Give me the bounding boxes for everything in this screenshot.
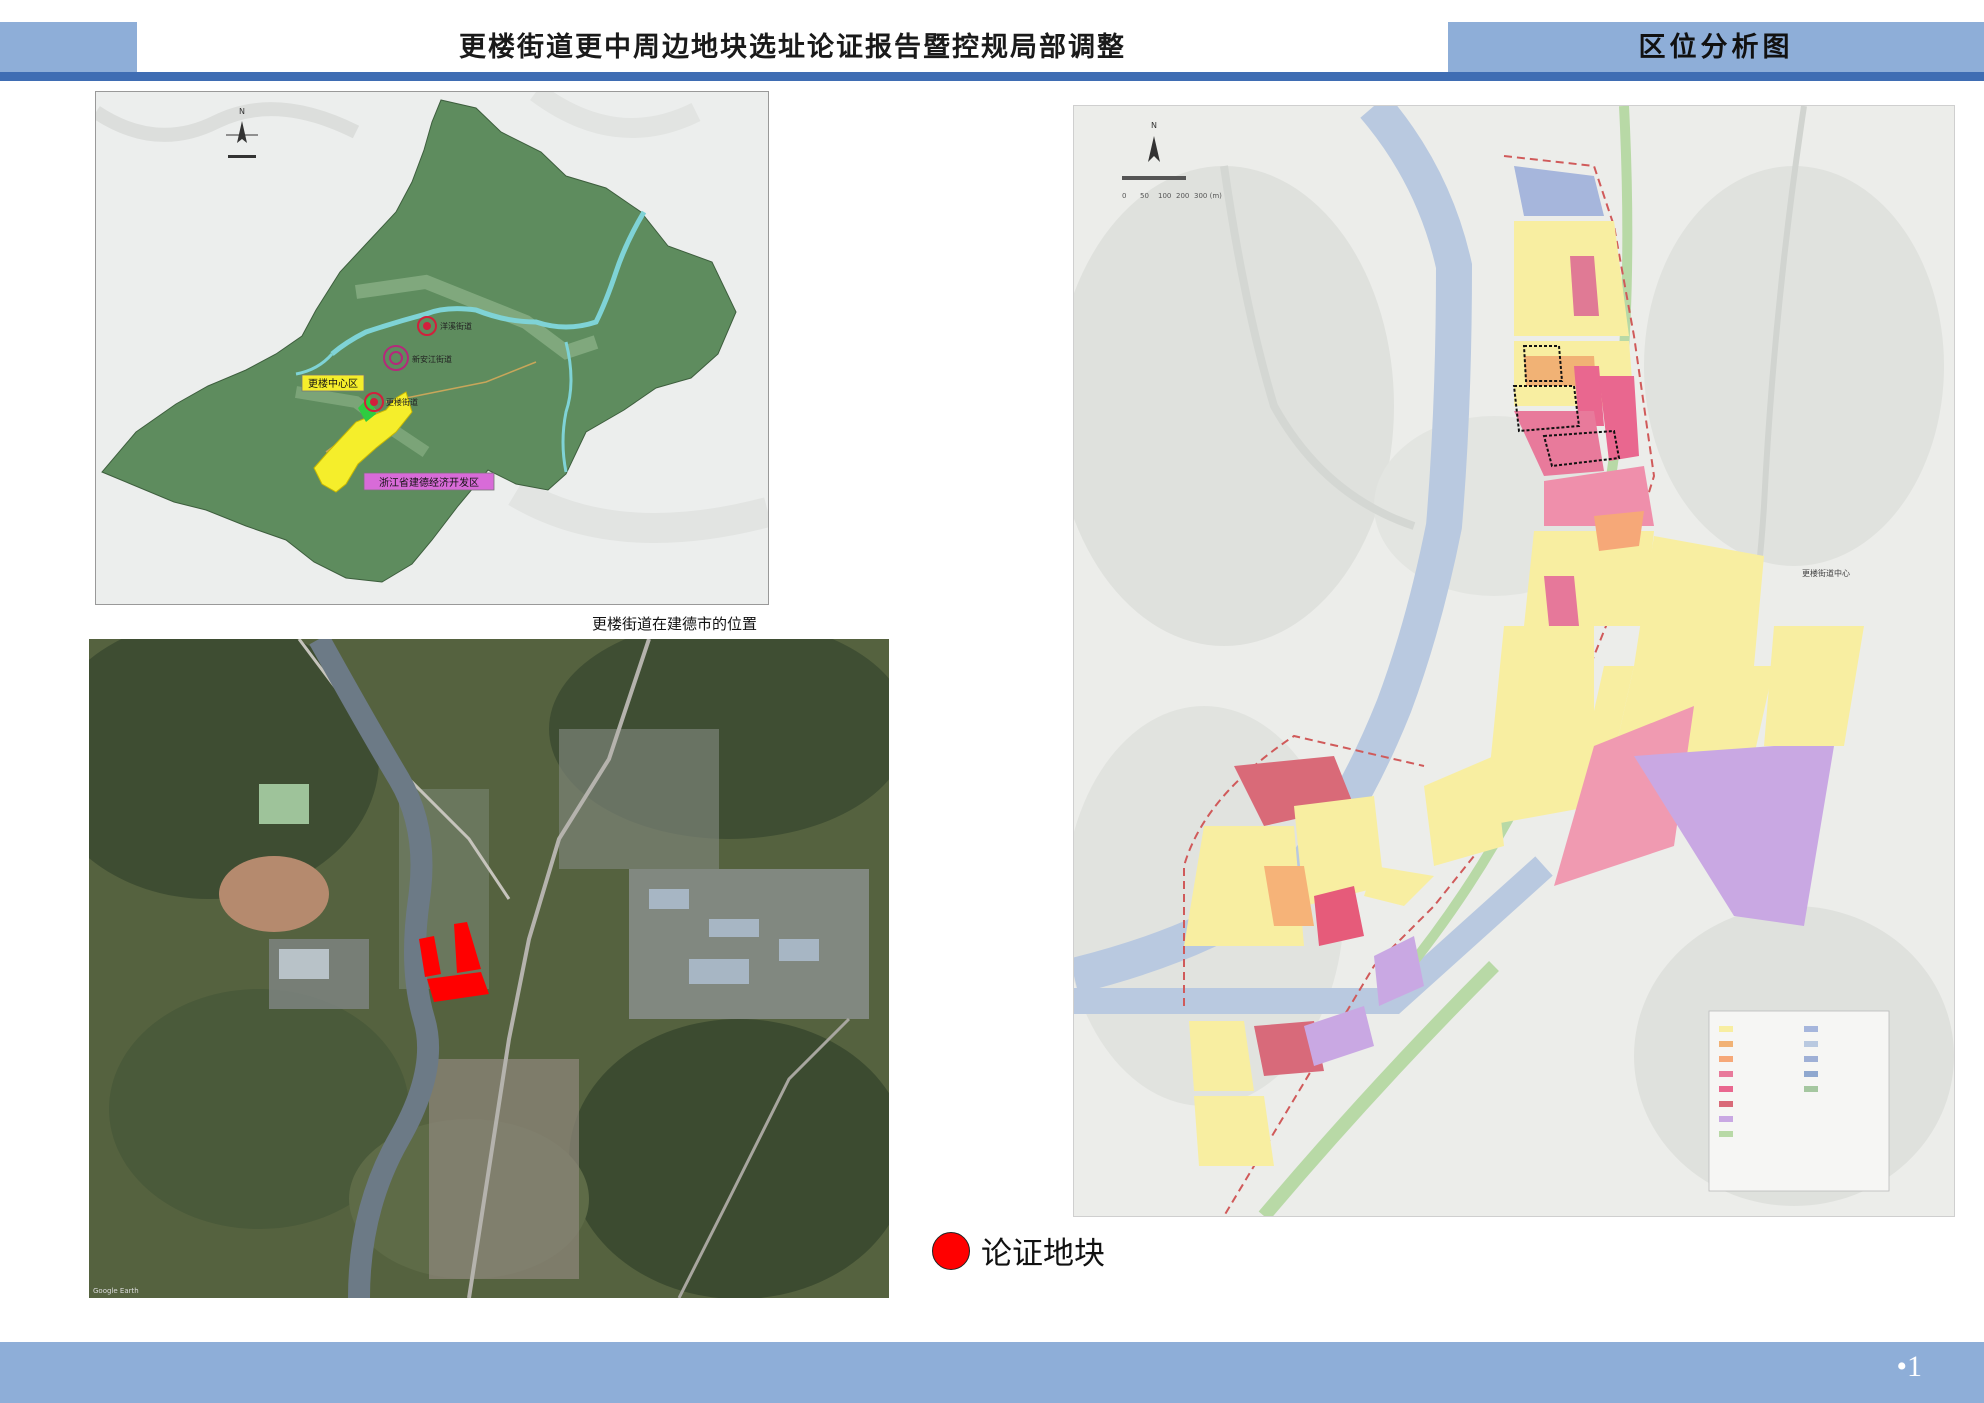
section-title: 区位分析图	[1638, 32, 1794, 63]
scale-50: 50	[1140, 192, 1149, 200]
page-title: 更楼街道更中周边地块选址论证报告暨控规局部调整	[459, 32, 1126, 63]
label-genglou: 更楼街道	[386, 397, 418, 407]
satellite-watermark: Google Earth	[93, 1287, 139, 1295]
satellite-map: Google Earth	[89, 639, 889, 1298]
page-number: •1	[1896, 1350, 1922, 1383]
regional-location-map: N 洋溪街道 新安江街道 更楼街道 更楼中心区 浙江省建德经济开发区	[95, 91, 769, 605]
label-xinanjiang: 新安江街道	[412, 354, 452, 364]
header-bar-left	[0, 22, 137, 72]
label-yangxi: 洋溪街道	[440, 321, 472, 331]
landuse-plan-map: N 0 50 100 200 300 (m) 更楼街道中心	[1073, 105, 1955, 1217]
label-devzone: 浙江省建德经济开发区	[379, 476, 479, 489]
footer-bar	[0, 1342, 1984, 1403]
label-center: 更楼中心区	[308, 377, 358, 390]
map3-north: N	[1151, 121, 1157, 130]
north-label: N	[239, 107, 245, 116]
map1-caption: 更楼街道在建德市的位置	[592, 615, 758, 633]
scale-100: 100	[1158, 192, 1171, 200]
center-label: 更楼街道中心	[1802, 568, 1850, 578]
scale-200: 200	[1176, 192, 1189, 200]
site-legend-dot	[932, 1232, 970, 1270]
scale-300: 300 (m)	[1194, 192, 1222, 200]
scale-0: 0	[1122, 192, 1126, 200]
header-rule	[0, 72, 1984, 81]
site-legend-label: 论证地块	[981, 1236, 1105, 1272]
